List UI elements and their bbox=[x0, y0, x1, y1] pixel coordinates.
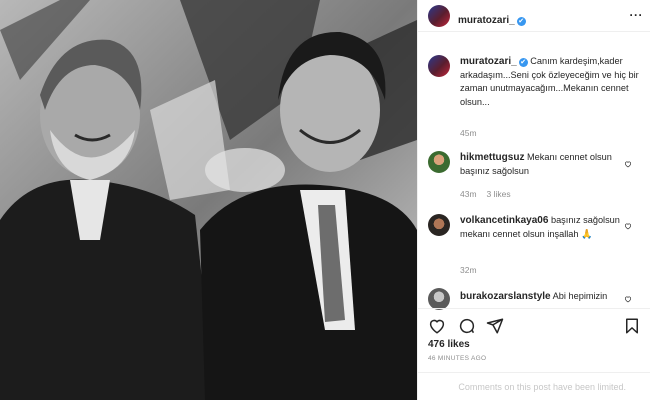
comment-avatar[interactable] bbox=[428, 151, 450, 173]
comment-likes[interactable]: 3 likes bbox=[487, 189, 511, 199]
caption-time[interactable]: 45m bbox=[460, 128, 477, 138]
comment: burakozarslanstyle Abi hepimizin bbox=[460, 290, 630, 306]
comment-username[interactable]: hikmettugsuz bbox=[460, 152, 524, 163]
caption-username[interactable]: muratozari_ bbox=[460, 56, 517, 67]
send-icon[interactable] bbox=[486, 317, 504, 335]
author-username[interactable]: muratozari_ bbox=[458, 15, 515, 26]
caption-avatar[interactable] bbox=[428, 55, 450, 77]
comment-avatar[interactable] bbox=[428, 214, 450, 236]
bookmark-icon[interactable] bbox=[623, 317, 641, 335]
author-name: muratozari_ ✔ bbox=[458, 10, 526, 28]
comment: volkancetinkaya06 başınız sağolsun mekan… bbox=[460, 214, 630, 241]
comment-icon[interactable] bbox=[458, 317, 476, 335]
comment-username[interactable]: volkancetinkaya06 bbox=[460, 215, 548, 226]
heart-icon[interactable] bbox=[428, 317, 446, 335]
comment-username[interactable]: burakozarslanstyle bbox=[460, 291, 551, 302]
comment-like-heart-icon[interactable] bbox=[624, 222, 632, 230]
comment-avatar[interactable] bbox=[428, 288, 450, 310]
post-image bbox=[0, 0, 417, 400]
comment-time[interactable]: 43m bbox=[460, 189, 477, 199]
verified-badge-icon: ✔ bbox=[516, 17, 526, 26]
caption-meta: 45m bbox=[460, 128, 477, 138]
post-photo[interactable] bbox=[0, 0, 417, 400]
comment-like-heart-icon[interactable] bbox=[624, 160, 632, 168]
post-sidebar: muratozari_ ✔ ··· muratozari_ ✔ Canım kard… bbox=[417, 0, 650, 400]
author-avatar[interactable] bbox=[428, 5, 450, 27]
comment-time[interactable]: 32m bbox=[460, 265, 477, 275]
comment-meta: 32m bbox=[460, 265, 477, 275]
verified-badge-icon: ✔ bbox=[518, 58, 528, 67]
post-header: muratozari_ ✔ ··· bbox=[418, 0, 650, 32]
post-timestamp[interactable]: 46 MINUTES AGO bbox=[428, 355, 486, 362]
more-options-icon[interactable]: ··· bbox=[630, 8, 644, 22]
caption: muratozari_ ✔ Canım kardeşim,kader arkada… bbox=[460, 55, 640, 109]
post-actions bbox=[418, 308, 650, 342]
comment-text: Abi hepimizin bbox=[552, 291, 608, 301]
comment-meta: 43m 3 likes bbox=[460, 189, 511, 199]
comments-limited-notice: Comments on this post have been limited. bbox=[418, 372, 650, 400]
comment-like-heart-icon[interactable] bbox=[624, 295, 632, 303]
likes-count[interactable]: 476 likes bbox=[428, 339, 470, 350]
comment: hikmettugsuz Mekanı cennet olsun başınız… bbox=[460, 151, 630, 178]
